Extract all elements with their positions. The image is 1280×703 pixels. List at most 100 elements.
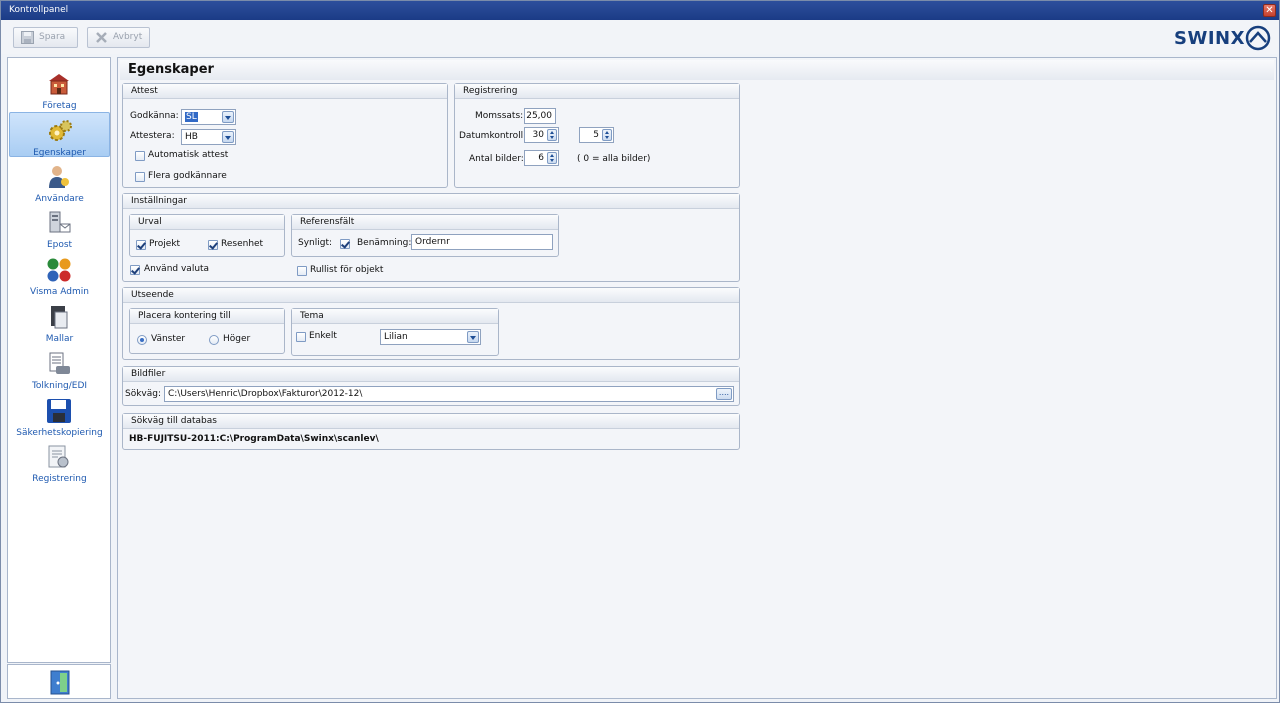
exit-button[interactable] — [7, 664, 111, 699]
flera-godkannare-checkbox[interactable] — [135, 172, 145, 182]
save-icon — [21, 31, 34, 44]
godkanna-select[interactable]: SL — [181, 109, 236, 125]
users-icon — [49, 166, 69, 188]
sidebar-item-sakerhetskopiering[interactable]: Säkerhetskopiering — [9, 393, 110, 438]
hoger-radio[interactable] — [209, 335, 219, 345]
datumkontroll-value-2: 5 — [593, 130, 599, 140]
sidebar-item-epost[interactable]: Epost — [9, 205, 110, 250]
bildfiler-group: Bildfiler Sökväg: C:\Users\Henric\Dropbo… — [122, 366, 740, 406]
datumkontroll-stepper-1[interactable]: 30 — [524, 127, 559, 143]
utseende-title: Utseende — [123, 288, 739, 303]
automatisk-attest-label: Automatisk attest — [148, 150, 229, 160]
godkanna-value: SL — [185, 112, 198, 122]
flera-godkannare-label: Flera godkännare — [148, 171, 227, 181]
sidebar: Företag Egenskaper Användare Epost Visma… — [7, 57, 111, 663]
spinner-icon[interactable] — [547, 152, 557, 164]
sidebar-item-registrering[interactable]: Registrering — [9, 439, 110, 484]
hoger-label: Höger — [223, 334, 251, 344]
antal-bilder-stepper[interactable]: 6 — [524, 150, 559, 166]
resenhet-checkbox[interactable] — [208, 240, 218, 250]
rullist-objekt-label: Rullist för objekt — [310, 265, 384, 275]
attest-title: Attest — [123, 84, 447, 99]
urval-group: Urval Projekt Resenhet — [129, 214, 285, 257]
templates-icon — [51, 306, 68, 329]
registration-icon — [48, 445, 69, 468]
gears-icon — [49, 120, 72, 141]
datumkontroll-stepper-2[interactable]: 5 — [579, 127, 614, 143]
browse-button[interactable]: .... — [716, 388, 732, 400]
synligt-label: Synligt: — [298, 238, 333, 248]
datumkontroll-value-1: 30 — [532, 130, 544, 140]
chevron-down-icon[interactable] — [222, 111, 234, 123]
sidebar-item-label: Tolkning/EDI — [31, 381, 88, 391]
exit-door-icon — [50, 670, 70, 695]
registrering-group: Registrering Momssats: 25,00 Datumkontro… — [454, 83, 740, 188]
sidebar-item-egenskaper[interactable]: Egenskaper — [9, 112, 110, 158]
attestera-select[interactable]: HB — [181, 129, 236, 145]
spinner-icon[interactable] — [602, 129, 612, 141]
email-server-icon — [49, 211, 71, 233]
visma-admin-icon — [47, 258, 71, 282]
placera-kontering-group: Placera kontering till Vänster Höger — [129, 308, 285, 354]
anvand-valuta-checkbox[interactable] — [130, 265, 140, 275]
bildfiler-title: Bildfiler — [123, 367, 739, 382]
projekt-checkbox[interactable] — [136, 240, 146, 250]
enkelt-label: Enkelt — [309, 331, 337, 341]
tema-title: Tema — [292, 309, 498, 324]
tema-group: Tema Enkelt Lilian — [291, 308, 499, 356]
cancel-icon — [96, 32, 107, 43]
page-title: Egenskaper — [120, 60, 1274, 80]
title-bar: Kontrollpanel ✕ — [1, 1, 1279, 20]
attest-group: Attest Godkänna: SL Attestera: HB Automa… — [122, 83, 448, 188]
sidebar-item-tolkning-edi[interactable]: Tolkning/EDI — [9, 346, 110, 391]
placera-kontering-title: Placera kontering till — [130, 309, 284, 324]
sidebar-item-anvandare[interactable]: Användare — [9, 159, 110, 204]
save-button[interactable]: Spara — [13, 27, 78, 48]
rullist-objekt-checkbox[interactable] — [297, 266, 307, 276]
tema-select[interactable]: Lilian — [380, 329, 481, 345]
close-button[interactable]: ✕ — [1263, 4, 1276, 17]
edi-scanner-icon — [49, 352, 70, 374]
anvand-valuta-label: Använd valuta — [144, 264, 210, 274]
chevron-down-icon[interactable] — [467, 331, 479, 343]
momssats-input[interactable]: 25,00 — [524, 108, 556, 124]
cancel-label: Avbryt — [113, 32, 143, 42]
synligt-checkbox[interactable] — [340, 239, 350, 249]
installningar-title: Inställningar — [123, 194, 739, 209]
window-title: Kontrollpanel — [9, 5, 69, 15]
chevron-down-icon[interactable] — [222, 131, 234, 143]
sidebar-item-label: Egenskaper — [33, 148, 86, 158]
enkelt-checkbox[interactable] — [296, 332, 306, 342]
company-building-icon — [49, 74, 69, 95]
tema-value: Lilian — [384, 332, 408, 342]
vanster-label: Vänster — [151, 334, 186, 344]
attestera-value: HB — [185, 132, 198, 142]
sokvag-label: Sökväg: — [125, 389, 162, 399]
save-label: Spara — [39, 32, 66, 42]
cancel-button[interactable]: Avbryt — [87, 27, 150, 48]
vanster-radio[interactable] — [137, 335, 147, 345]
projekt-label: Projekt — [149, 239, 181, 249]
sidebar-item-foretag[interactable]: Företag — [9, 66, 110, 111]
toolbar: Spara Avbryt SWINX — [1, 20, 1279, 54]
sidebar-item-mallar[interactable]: Mallar — [9, 299, 110, 344]
antal-bilder-hint: ( 0 = alla bilder) — [577, 154, 651, 164]
spinner-icon[interactable] — [547, 129, 557, 141]
sidebar-item-label: Säkerhetskopiering — [16, 428, 103, 438]
logo-emblem-icon — [1245, 25, 1271, 51]
sidebar-item-label: Visma Admin — [30, 287, 89, 297]
datumkontroll-label: Datumkontroll: — [459, 131, 527, 141]
logo-text: SWINX — [1174, 27, 1245, 49]
benamning-label: Benämning: — [357, 238, 412, 248]
utseende-group: Utseende Placera kontering till Vänster … — [122, 287, 740, 360]
databas-group: Sökväg till databas HB-FUJITSU-2011:C:\P… — [122, 413, 740, 450]
sidebar-item-label: Mallar — [45, 334, 74, 344]
sokvag-input[interactable]: C:\Users\Henric\Dropbox\Fakturor\2012-12… — [164, 386, 734, 402]
sidebar-item-label: Epost — [46, 240, 73, 250]
automatisk-attest-checkbox[interactable] — [135, 151, 145, 161]
floppy-disk-icon — [47, 399, 71, 423]
benamning-input[interactable]: Ordernr — [411, 234, 553, 250]
referensfalt-group: Referensfält Synligt: Benämning: Ordernr — [291, 214, 559, 257]
sidebar-item-visma-admin[interactable]: Visma Admin — [9, 252, 110, 297]
sidebar-item-label: Registrering — [32, 474, 87, 484]
